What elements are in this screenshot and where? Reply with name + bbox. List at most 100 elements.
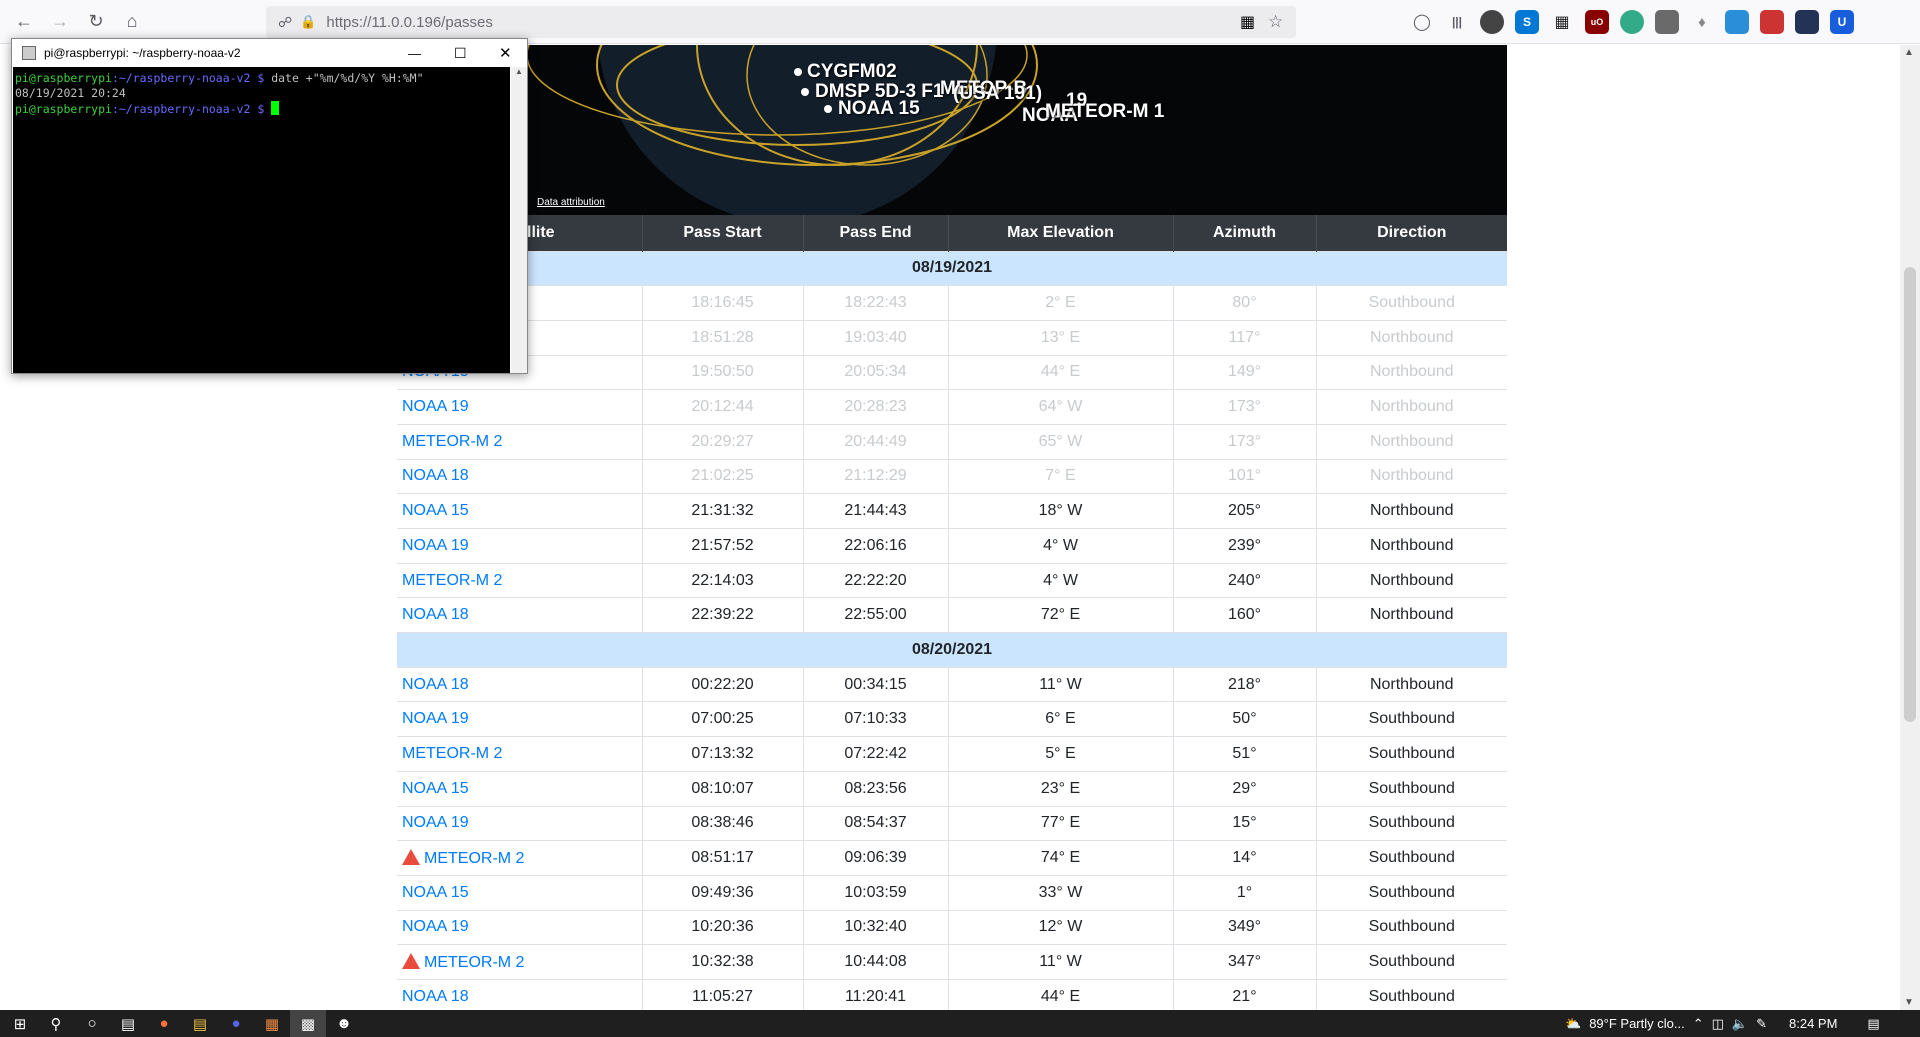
direction-cell: Southbound: [1368, 849, 1455, 867]
satellite-link[interactable]: METEOR-M 2: [424, 954, 524, 971]
satellite-link[interactable]: NOAA 19: [402, 398, 469, 415]
satellite-link[interactable]: NOAA 15: [402, 884, 469, 901]
user-taskbar-icon[interactable]: ☻: [326, 1010, 362, 1037]
reload-button[interactable]: ↻: [78, 4, 114, 40]
firefox-icon[interactable]: ●: [146, 1010, 182, 1037]
max-elevation-cell: 5° E: [948, 736, 1174, 772]
pass-start-cell: 07:13:32: [691, 744, 754, 762]
satellite-cell: NOAA 18: [397, 978, 643, 1010]
close-button[interactable]: ✕: [499, 44, 512, 62]
pass-end-cell: 10:44:08: [844, 953, 907, 971]
sat-label: CYGFM02: [807, 61, 897, 82]
pocket-icon[interactable]: ◯: [1410, 10, 1434, 34]
grid-icon[interactable]: ▦: [1240, 12, 1255, 32]
scroll-down-icon[interactable]: ▼: [1904, 997, 1914, 1008]
table-row: NOAA 19 07:00:25 07:10:33 6° E 50° Southbound: [397, 701, 1507, 737]
file-explorer-icon[interactable]: ▤: [182, 1010, 218, 1037]
terminal-scrollbar[interactable]: ▲: [511, 67, 527, 373]
library-icon[interactable]: |||: [1445, 10, 1469, 34]
azimuth-cell: 50°: [1173, 701, 1317, 737]
terminal-body[interactable]: pi@raspberrypi:~/raspberry-noaa-v2 $ dat…: [13, 67, 510, 373]
lock-icon: 🔒: [300, 14, 317, 29]
terminal-window[interactable]: pi@raspberrypi: ~/raspberry-noaa-v2 — ☐ …: [11, 38, 528, 374]
max-elevation-cell: 77° E: [948, 805, 1174, 841]
satellite-link[interactable]: NOAA 18: [402, 676, 469, 693]
discord-icon[interactable]: ●: [218, 1010, 254, 1037]
task-view-icon[interactable]: ▤: [110, 1010, 146, 1037]
direction-cell: Southbound: [1316, 736, 1507, 772]
home-button[interactable]: ⌂: [114, 4, 150, 40]
satellite-link[interactable]: METEOR-M 2: [402, 745, 502, 762]
satellite-link[interactable]: NOAA 19: [402, 710, 469, 727]
pass-end-cell: 18:22:43: [844, 294, 907, 312]
scroll-up-icon[interactable]: ▲: [511, 67, 527, 76]
forward-button[interactable]: →: [42, 4, 78, 40]
ublock-icon[interactable]: uO: [1585, 10, 1609, 34]
windows-start-icon[interactable]: ⊞: [2, 1010, 38, 1037]
satellite-link[interactable]: NOAA 19: [402, 918, 469, 935]
satellite-link[interactable]: NOAA 19: [402, 814, 469, 831]
volume-icon[interactable]: 🔈: [1732, 1016, 1748, 1032]
star-icon[interactable]: ☆: [1268, 12, 1283, 32]
app-icon[interactable]: ▦: [254, 1010, 290, 1037]
satellite-link[interactable]: METEOR-M 2: [402, 433, 502, 450]
sat-dot[interactable]: [801, 88, 809, 96]
sat-dot[interactable]: [824, 105, 832, 113]
satellite-link[interactable]: NOAA 18: [402, 606, 469, 623]
max-elevation-cell: 77° E: [1040, 814, 1081, 832]
shield-icon: ☍: [278, 13, 293, 30]
direction-cell: Northbound: [1316, 597, 1507, 633]
pass-start-cell: 21:31:32: [691, 502, 754, 520]
azimuth-cell: 218°: [1227, 675, 1262, 693]
chevron-up-icon[interactable]: ⌃: [1693, 1016, 1704, 1032]
scroll-thumb[interactable]: [1904, 267, 1916, 722]
direction-cell: Northbound: [1369, 571, 1454, 589]
scroll-up-icon[interactable]: ▲: [1904, 47, 1914, 58]
skype-icon[interactable]: S: [1515, 10, 1539, 34]
weather-text[interactable]: 89°F Partly clo...: [1589, 1016, 1685, 1031]
pass-end-cell: 07:22:42: [844, 744, 907, 762]
satellite-link[interactable]: NOAA 18: [402, 988, 469, 1005]
terminal-titlebar[interactable]: pi@raspberrypi: ~/raspberry-noaa-v2 — ☐ …: [12, 39, 527, 67]
putty-taskbar-icon[interactable]: ▩: [290, 1010, 326, 1037]
account-icon[interactable]: [1480, 10, 1504, 34]
apps-icon[interactable]: ▦: [1550, 10, 1574, 34]
bitwarden-icon[interactable]: U: [1830, 10, 1854, 34]
satellite-link[interactable]: METEOR-M 2: [402, 572, 502, 589]
circle-ext-icon[interactable]: [1620, 10, 1644, 34]
pen-ext-icon[interactable]: [1655, 10, 1679, 34]
azimuth-cell: 117°: [1228, 328, 1261, 346]
satellite-cell: NOAA 18: [397, 666, 643, 702]
minimize-button[interactable]: —: [408, 46, 421, 61]
satellite-link[interactable]: NOAA 15: [402, 502, 469, 519]
azimuth-cell: 29°: [1232, 779, 1257, 797]
cloud-ext-icon[interactable]: [1795, 10, 1819, 34]
satellite-link[interactable]: NOAA 15: [402, 780, 469, 797]
back-button[interactable]: ←: [6, 4, 42, 40]
search-icon[interactable]: ⚲: [38, 1010, 74, 1037]
satellite-cell: METEOR-M 2: [397, 736, 643, 772]
satellite-link[interactable]: NOAA 18: [402, 467, 469, 484]
pen-icon[interactable]: ✎: [1756, 1016, 1767, 1032]
network-icon[interactable]: ◫: [1712, 1016, 1724, 1032]
page-scrollbar[interactable]: ▲ ▼: [1900, 45, 1920, 1010]
satellite-link[interactable]: METEOR-M 2: [424, 850, 524, 867]
max-elevation-cell: 11° W: [1039, 675, 1082, 693]
url-bar[interactable]: ☍ 🔒 https://11.0.0.196/passes ▦ ☆: [266, 6, 1296, 38]
table-row: 18:51:28 19:03:40 13° E 117° Northbound: [397, 319, 1507, 356]
bird-icon[interactable]: [1725, 10, 1749, 34]
data-attribution-link[interactable]: Data attribution: [537, 197, 605, 208]
sat-dot[interactable]: [794, 68, 802, 76]
puzzle-icon[interactable]: ♦: [1690, 10, 1714, 34]
max-elevation-cell: 4° W: [948, 562, 1174, 598]
maximize-button[interactable]: ☐: [454, 45, 467, 62]
cortana-icon[interactable]: ○: [74, 1010, 110, 1037]
direction-cell: Southbound: [1316, 285, 1507, 321]
shield-ext-icon[interactable]: [1760, 10, 1784, 34]
pass-end-cell: 22:06:16: [844, 536, 907, 554]
notification-icon[interactable]: ▤: [1867, 1016, 1879, 1032]
satellite-globe[interactable]: CYGFM02 DMSP 5D-3 F1 METOP-B (USA 191) N…: [397, 45, 1507, 215]
clock[interactable]: 8:24 PM: [1789, 1016, 1837, 1031]
direction-cell: Northbound: [1316, 666, 1507, 702]
satellite-link[interactable]: NOAA 19: [402, 537, 469, 554]
